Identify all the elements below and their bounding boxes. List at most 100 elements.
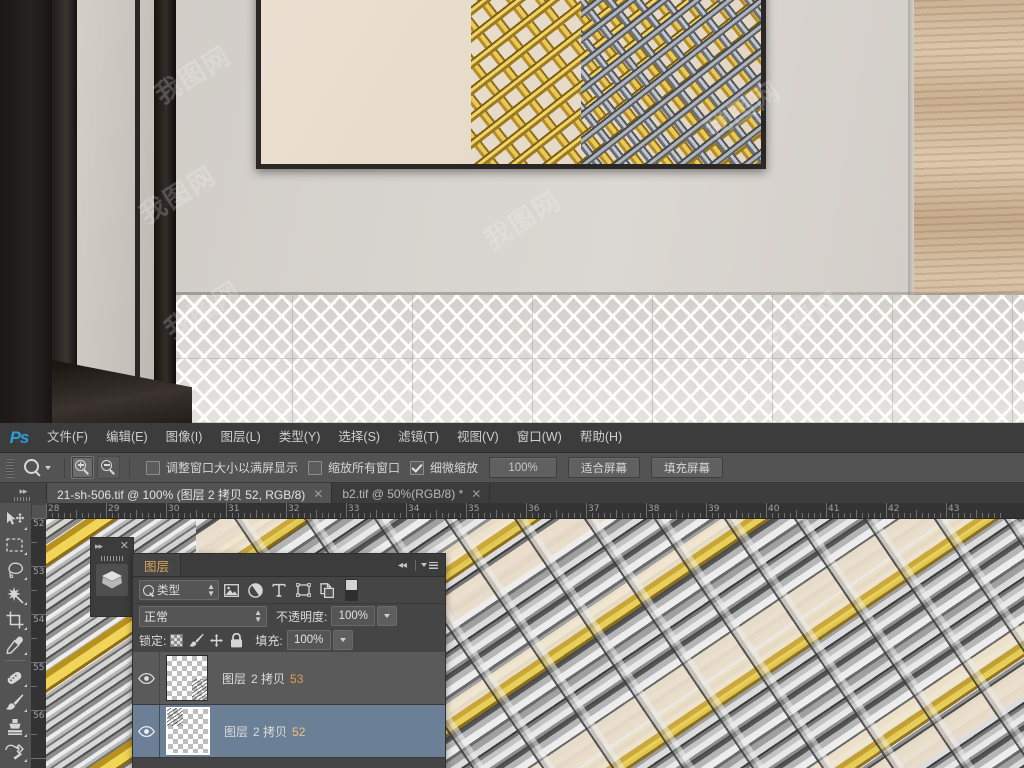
zoom-level-field[interactable]: 100% (489, 457, 558, 478)
magic-wand-tool[interactable] (0, 582, 29, 607)
vertical-ruler[interactable]: 52 53 54 55 56 (31, 518, 47, 768)
close-icon[interactable]: ✕ (313, 488, 323, 500)
document-tab-title: b2.tif @ 50%(RGB/8) * (342, 487, 464, 501)
resize-windows-checkbox[interactable] (146, 460, 160, 475)
chevron-double-right-icon[interactable]: ▸▸ (95, 541, 103, 552)
door-frame-outer (154, 0, 176, 389)
menu-filter[interactable]: 滤镜(T) (389, 423, 448, 452)
layer-visibility-toggle[interactable] (133, 705, 160, 757)
fill-screen-button[interactable]: 填充屏幕 (651, 457, 724, 478)
lock-transparent-pixels-icon[interactable] (166, 630, 186, 650)
layers-panel-icon[interactable] (96, 564, 128, 596)
menu-window[interactable]: 窗口(W) (508, 423, 571, 452)
options-separator (129, 457, 130, 478)
opacity-label: 不透明度: (276, 609, 328, 624)
layers-panel: 图层 ◂◂ 类型 ▲ ▼ 正常 ▲ ▼ 不透明度: 100% 锁定: 填充: 1… (132, 553, 446, 768)
dock-grip (14, 497, 32, 501)
layer-thumbnail[interactable] (166, 655, 208, 701)
chevron-down-icon (421, 563, 427, 567)
panel-expand-button[interactable]: ▸▸ (0, 483, 47, 505)
menu-layer[interactable]: 图层(L) (211, 423, 269, 452)
crop-tool[interactable] (0, 607, 29, 632)
blend-mode-value: 正常 (144, 609, 169, 624)
fit-screen-button[interactable]: 适合屏幕 (568, 457, 641, 478)
tool-options-corner-icon (24, 759, 27, 762)
close-icon[interactable]: ✕ (120, 541, 129, 552)
layer-name-mid: 2 拷贝 (253, 724, 288, 739)
tool-options-corner-icon (24, 577, 27, 580)
layer-name-prefix: 图层 (224, 724, 249, 739)
menu-type[interactable]: 类型(Y) (270, 423, 330, 452)
scrubby-zoom-checkbox[interactable] (410, 460, 425, 475)
panel-dock-strip: ▸▸ ✕ (90, 537, 134, 617)
rectangular-marquee-tool[interactable] (0, 532, 29, 557)
layer-name: 图层 2 拷贝 53 (222, 670, 303, 687)
fill-dropdown-button[interactable] (332, 630, 353, 650)
type-layer-filter-icon[interactable] (267, 579, 291, 601)
horizontal-ruler[interactable]: 28 29 30 31 32 33 34 35 36 37 38 39 40 4… (46, 503, 1024, 519)
chevron-double-left-icon[interactable]: ◂◂ (398, 560, 410, 571)
tools-divider (5, 660, 26, 661)
menu-help[interactable]: 帮助(H) (571, 423, 631, 452)
adjustment-layer-filter-icon[interactable] (243, 579, 267, 601)
layer-visibility-toggle[interactable] (133, 652, 160, 704)
eyedropper-tool[interactable] (0, 632, 29, 657)
zoom-in-button[interactable] (71, 456, 94, 479)
tool-options-corner-icon (24, 627, 27, 630)
ruler-v-tick-label: 53 (33, 567, 45, 577)
ruler-v-tick-label: 54 (33, 615, 45, 625)
document-tab[interactable]: b2.tif @ 50%(RGB/8) * ✕ (332, 483, 491, 505)
layer-thumbnail[interactable] (166, 707, 210, 755)
lock-position-icon[interactable] (206, 630, 226, 650)
pixel-layer-filter-icon[interactable] (219, 579, 243, 601)
dock-grip[interactable] (101, 556, 123, 561)
close-icon[interactable]: ✕ (471, 488, 481, 500)
document-tab-active[interactable]: 21-sh-506.tif @ 100% (图层 2 拷贝 52, RGB/8)… (47, 483, 333, 505)
smart-object-filter-icon[interactable] (315, 579, 339, 601)
dock-titlebar[interactable]: ▸▸ ✕ (91, 538, 133, 555)
zoom-tool-icon[interactable] (21, 457, 43, 479)
panel-menu-button[interactable] (421, 561, 445, 569)
move-tool[interactable] (0, 507, 29, 532)
search-icon (143, 584, 154, 596)
table-row[interactable]: 图层 2 拷贝 53 (133, 652, 445, 705)
menu-select[interactable]: 选择(S) (329, 423, 389, 452)
shape-layer-filter-icon[interactable] (291, 579, 315, 601)
tool-options-corner-icon (24, 734, 27, 737)
brush-tool[interactable] (0, 689, 29, 714)
lasso-tool[interactable] (0, 557, 29, 582)
tool-preset-chevron-down-icon[interactable] (45, 465, 51, 470)
spot-healing-brush-tool[interactable] (0, 664, 29, 689)
tab-layers[interactable]: 图层 (133, 554, 182, 576)
zoom-all-windows-checkbox[interactable] (308, 460, 323, 475)
artwork-silver-weave-b (581, 0, 761, 164)
opacity-dropdown-button[interactable] (377, 606, 398, 626)
menu-bar: Ps 文件(F) 编辑(E) 图像(I) 图层(L) 类型(Y) 选择(S) 滤… (0, 423, 1024, 453)
menu-file[interactable]: 文件(F) (38, 423, 97, 452)
menu-edit[interactable]: 编辑(E) (97, 423, 157, 452)
filter-enable-toggle[interactable] (345, 579, 358, 601)
blend-mode-select[interactable]: 正常 ▲ ▼ (139, 605, 267, 627)
menu-view[interactable]: 视图(V) (448, 423, 508, 452)
door-frame-inner (52, 0, 77, 400)
lock-all-icon[interactable] (226, 630, 246, 650)
hamburger-icon (429, 561, 438, 569)
opacity-field[interactable]: 100% (331, 606, 376, 626)
tiled-floor (52, 295, 1024, 423)
chevron-down-icon (384, 614, 391, 618)
layer-name-mid: 2 拷贝 (251, 671, 286, 686)
layer-name-number: 52 (292, 724, 306, 739)
table-row[interactable]: 图层 2 拷贝 52 (133, 705, 445, 758)
zoom-out-button[interactable] (97, 456, 120, 479)
fill-field[interactable]: 100% (286, 630, 331, 650)
stepper-icon: ▲ ▼ (254, 608, 262, 624)
clone-stamp-tool[interactable] (0, 714, 29, 739)
layer-filter-type-value: 类型 (157, 585, 180, 597)
history-brush-tool[interactable] (0, 739, 29, 764)
menu-image[interactable]: 图像(I) (157, 423, 212, 452)
lock-image-pixels-icon[interactable] (186, 630, 206, 650)
layer-name-number: 53 (290, 671, 304, 686)
resize-windows-label: 调整窗口大小以满屏显示 (166, 461, 299, 475)
layer-filter-type-select[interactable]: 类型 ▲ ▼ (139, 580, 219, 600)
options-bar-grip[interactable] (6, 457, 14, 478)
